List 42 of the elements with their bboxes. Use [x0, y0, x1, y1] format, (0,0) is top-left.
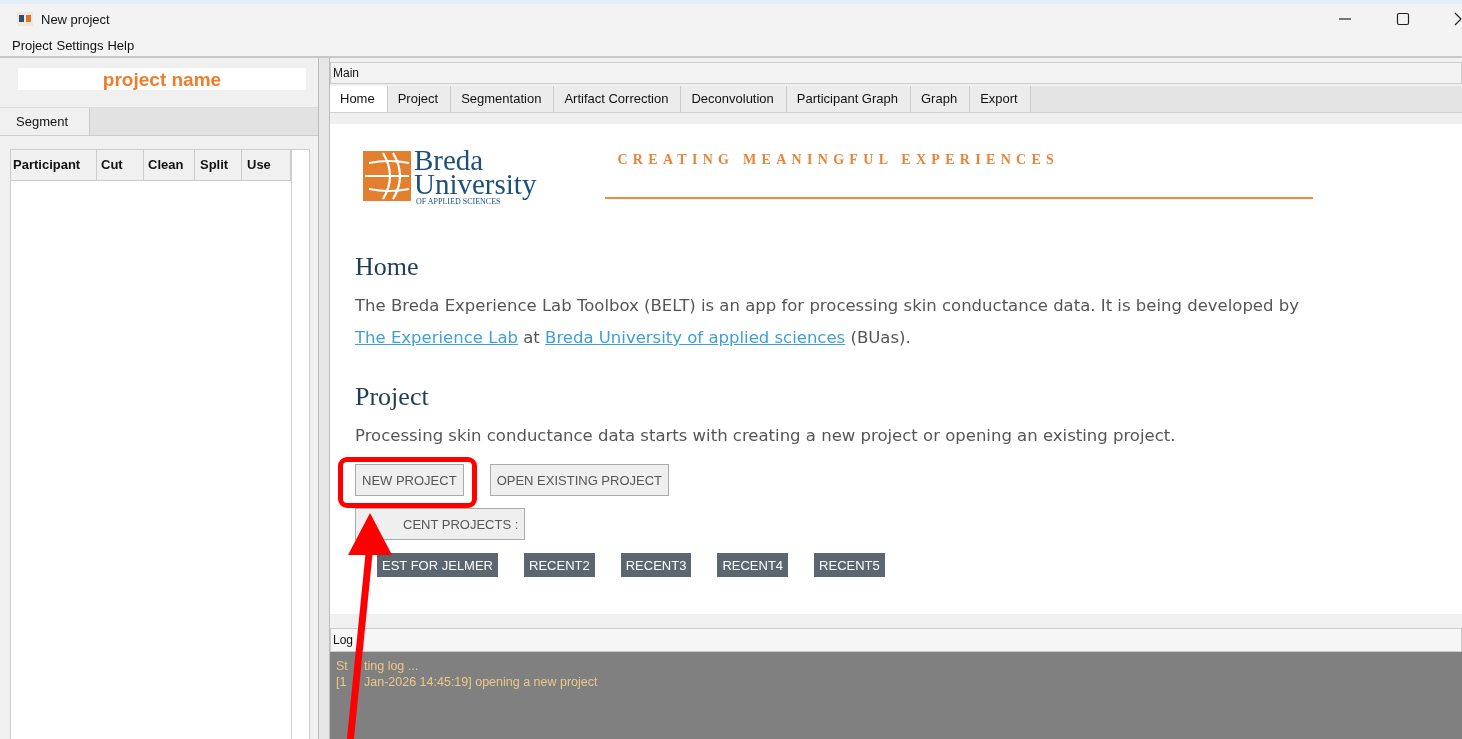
tab[interactable]: Artifact Correction: [554, 86, 682, 112]
log-text: Jan-2026 14:45:19] opening a new project: [364, 674, 598, 690]
column-header[interactable]: Split: [195, 150, 242, 180]
section-heading: Project: [355, 382, 430, 412]
recent-projects-button[interactable]: CENT PROJECTS :: [355, 508, 526, 540]
close-icon[interactable]: [1454, 12, 1462, 26]
recent-project-button[interactable]: RECENT3: [620, 553, 692, 577]
recent-project-button[interactable]: RECENT4: [717, 553, 789, 577]
log-text: St: [336, 658, 348, 674]
tab[interactable]: Segment: [0, 108, 91, 135]
app-icon: [17, 12, 33, 26]
intro-paragraph: The Breda Experience Lab Toolbox (BELT) is an app for processing skin conductance data. It is being developed by The Experience Lab at Breda University of applied sciences (BUas).: [355, 295, 1300, 349]
menu-item[interactable]: Project: [12, 37, 53, 53]
recent-project-button[interactable]: EST FOR JELMER: [377, 553, 498, 577]
tab[interactable]: Project: [387, 86, 452, 112]
tagline: CREATING MEANINGFUL EXPERIENCES: [616, 152, 1061, 168]
column-header[interactable]: Participant: [11, 150, 97, 180]
project-paragraph: Processing skin conductance data starts with creating a new project or opening an existing project.: [355, 425, 1177, 447]
tab[interactable]: Home: [330, 86, 388, 112]
tab[interactable]: Participant Graph: [786, 86, 911, 112]
globe-logo-icon: [363, 151, 411, 201]
tab[interactable]: Deconvolution: [681, 86, 787, 112]
log-text: ting log ...: [364, 658, 419, 674]
log-text: [1: [336, 674, 347, 690]
window-title: New project: [41, 11, 110, 27]
menu-item[interactable]: Settings: [56, 37, 104, 53]
section-heading: Home: [355, 252, 420, 282]
project-button[interactable]: NEW PROJECT: [355, 464, 464, 496]
tab[interactable]: Segmentation: [451, 86, 555, 112]
maximize-icon[interactable]: [1396, 12, 1410, 26]
tab[interactable]: Graph: [911, 86, 971, 112]
recent-project-button[interactable]: RECENT2: [524, 553, 595, 577]
menu-item[interactable]: Help: [107, 37, 135, 53]
logo-subtitle: OF APPLIED SCIENCES: [416, 197, 501, 208]
column-header[interactable]: Clean: [144, 150, 195, 180]
project-button[interactable]: OPEN EXISTING PROJECT: [489, 464, 670, 496]
logo-text: Breda: [414, 148, 484, 172]
panel-title: Main: [330, 62, 1462, 84]
column-header[interactable]: Cut: [97, 150, 144, 180]
tab[interactable]: Export: [970, 86, 1031, 112]
recent-project-button[interactable]: RECENT5: [814, 553, 885, 577]
log-header: Log: [330, 628, 1462, 652]
